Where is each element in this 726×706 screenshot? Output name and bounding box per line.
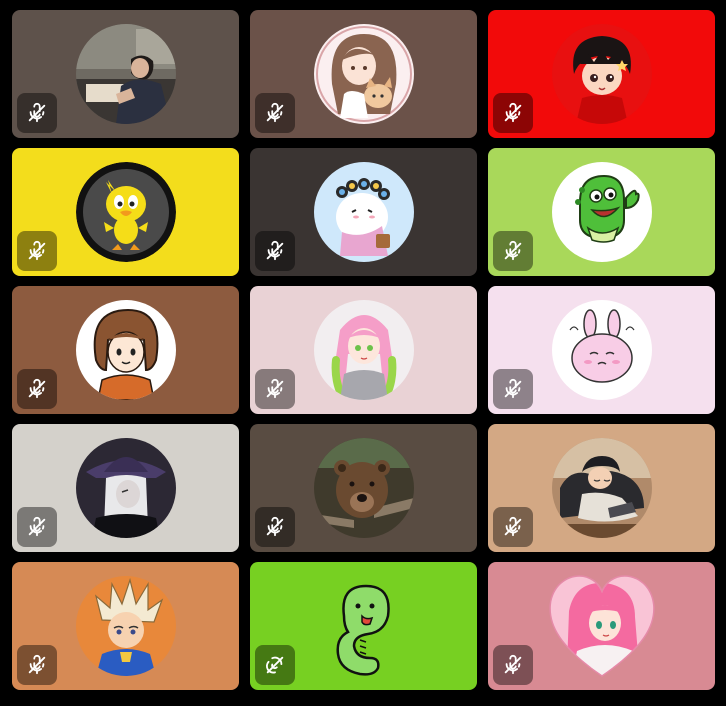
avatar [313,438,414,538]
avatar [551,24,652,124]
avatar [313,24,414,124]
participant-tile[interactable] [12,424,239,552]
participant-tile[interactable] [488,562,715,690]
mic-off-icon[interactable] [255,231,295,271]
video-off-icon[interactable] [255,645,295,685]
avatar [551,438,652,538]
avatar [551,300,652,400]
avatar [547,571,657,681]
participant-tile[interactable] [12,286,239,414]
participant-grid [12,10,715,690]
avatar [75,24,176,124]
participant-tile[interactable] [250,10,477,138]
mic-off-icon[interactable] [493,231,533,271]
participant-tile[interactable] [488,10,715,138]
participant-tile[interactable] [12,10,239,138]
mic-off-icon[interactable] [493,93,533,133]
avatar [75,300,176,400]
mic-off-icon[interactable] [493,369,533,409]
participant-tile[interactable] [488,424,715,552]
participant-tile[interactable] [488,148,715,276]
avatar [313,162,414,262]
avatar [313,300,414,400]
participant-tile[interactable] [12,562,239,690]
avatar [75,438,176,538]
mic-off-icon[interactable] [493,507,533,547]
mic-off-icon[interactable] [255,507,295,547]
avatar [551,162,652,262]
avatar [75,576,176,676]
avatar [314,576,414,676]
avatar [75,162,176,262]
participant-tile[interactable] [250,286,477,414]
mic-off-icon[interactable] [17,231,57,271]
mic-off-icon[interactable] [255,369,295,409]
participant-tile[interactable] [250,562,477,690]
participant-tile[interactable] [488,286,715,414]
mic-off-icon[interactable] [17,507,57,547]
mic-off-icon[interactable] [17,645,57,685]
participant-tile[interactable] [250,424,477,552]
mic-off-icon[interactable] [17,369,57,409]
participant-tile[interactable] [250,148,477,276]
mic-off-icon[interactable] [255,93,295,133]
participant-tile[interactable] [12,148,239,276]
mic-off-icon[interactable] [493,645,533,685]
mic-off-icon[interactable] [17,93,57,133]
